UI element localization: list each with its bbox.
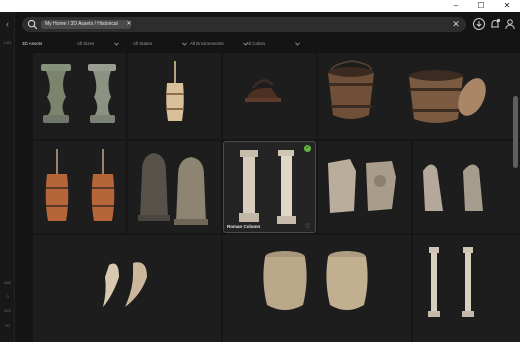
- tab-3d-assets[interactable]: 3D Assets: [22, 38, 62, 50]
- asset-card-carved-stone-capitals[interactable]: [223, 235, 411, 342]
- filter-label: All States: [133, 41, 153, 46]
- breadcrumb-chip[interactable]: My Home / 3D Assets / Historical: [41, 20, 131, 29]
- filter-bar: 3D Assets All Sizes All States All Envir…: [15, 37, 520, 51]
- asset-card-gravestones[interactable]: [128, 141, 221, 233]
- search-icon: [27, 19, 38, 30]
- filter-sizes[interactable]: All Sizes: [77, 38, 119, 50]
- selected-check-icon: ✓: [304, 145, 311, 152]
- rail-label: 00: [5, 323, 10, 328]
- asset-thumbnail: [423, 164, 483, 211]
- chevron-down-icon: [114, 42, 119, 46]
- filter-states[interactable]: All States: [133, 38, 187, 50]
- asset-thumbnail: [245, 79, 281, 102]
- left-rail: ‹ 0.81 480 0 320 00: [0, 12, 15, 342]
- asset-thumbnail: [328, 159, 396, 213]
- minimize-button[interactable]: –: [444, 0, 468, 12]
- asset-title: Roman Column: [227, 224, 261, 229]
- asset-thumbnail: [428, 247, 474, 317]
- asset-grid: ✓ Roman Column ♡: [33, 53, 520, 342]
- asset-card-butter-churn[interactable]: [128, 53, 221, 139]
- rail-label: 320: [4, 308, 11, 313]
- asset-thumbnail: [138, 153, 208, 225]
- filter-label: All Sizes: [77, 41, 95, 46]
- filter-label: All Colors: [246, 41, 266, 46]
- close-button[interactable]: ✕: [495, 0, 519, 12]
- tab-label: 3D Assets: [22, 41, 43, 46]
- asset-thumbnail: [239, 150, 296, 224]
- asset-card-stone-column-bases[interactable]: [33, 53, 126, 139]
- clear-search-icon[interactable]: ✕: [451, 19, 461, 30]
- chip-close-icon[interactable]: ✕: [126, 20, 132, 29]
- grid-scrollbar[interactable]: [513, 96, 518, 168]
- asset-thumbnail: [166, 61, 184, 121]
- asset-thumbnail: [41, 64, 116, 123]
- asset-card-roman-column[interactable]: ✓ Roman Column ♡: [223, 141, 316, 233]
- download-icon[interactable]: [472, 17, 486, 31]
- search-bar[interactable]: My Home / 3D Assets / Historical ✕ ✕: [22, 17, 466, 32]
- filter-label: All Environments: [190, 41, 224, 46]
- filter-environments[interactable]: All Environments: [190, 38, 248, 50]
- asset-card-wooden-buckets[interactable]: [318, 53, 520, 139]
- asset-thumbnail: [103, 262, 147, 307]
- asset-thumbnail: [328, 60, 486, 123]
- notifications-icon[interactable]: [488, 17, 502, 31]
- maximize-button[interactable]: ☐: [469, 0, 493, 12]
- rail-label: 0: [6, 294, 9, 299]
- asset-card-stone-carvings[interactable]: [318, 141, 411, 233]
- asset-card-stone-pillars[interactable]: [413, 235, 520, 342]
- account-icon[interactable]: [503, 17, 517, 31]
- asset-card-stone-fragments[interactable]: [413, 141, 520, 233]
- window-titlebar: – ☐ ✕: [0, 0, 520, 12]
- asset-card-horns[interactable]: [33, 235, 221, 342]
- rail-label: 0.81: [3, 40, 12, 45]
- filter-colors[interactable]: All Colors: [246, 38, 300, 50]
- favorite-heart-icon[interactable]: ♡: [305, 224, 312, 231]
- asset-thumbnail: [263, 251, 368, 310]
- chevron-down-icon: [182, 42, 187, 46]
- asset-card-butter-churns[interactable]: [33, 141, 126, 233]
- asset-card-clothes-iron[interactable]: [223, 53, 316, 139]
- asset-thumbnail: [45, 149, 115, 221]
- chevron-down-icon: [295, 42, 300, 46]
- back-icon[interactable]: ‹: [2, 19, 13, 30]
- rail-label: 480: [4, 280, 11, 285]
